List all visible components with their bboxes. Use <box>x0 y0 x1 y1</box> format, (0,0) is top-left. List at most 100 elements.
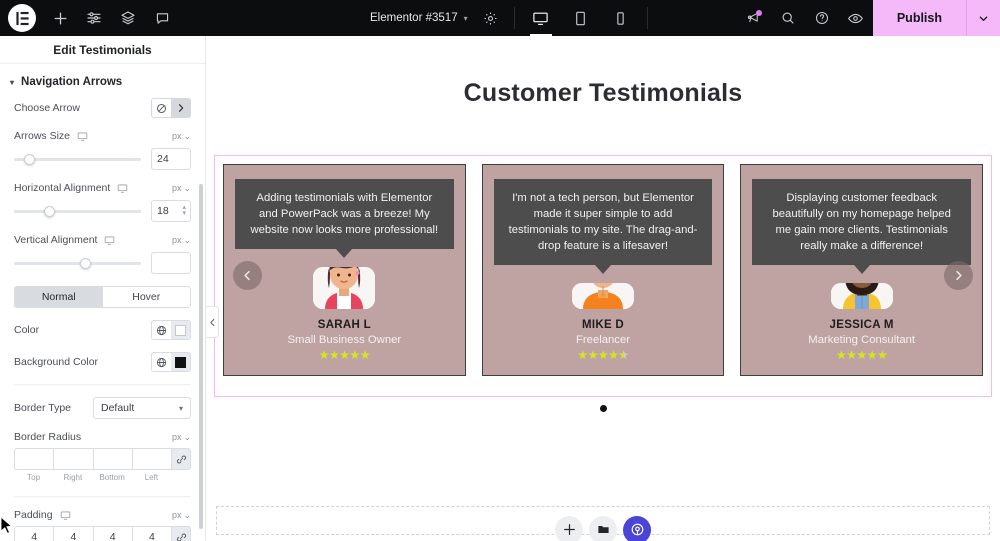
desktop-icon[interactable] <box>104 235 115 246</box>
device-mode-switcher <box>521 0 641 36</box>
border-radius-inputs <box>0 448 205 470</box>
padding-left-input[interactable]: 4 <box>131 526 171 541</box>
help-icon[interactable] <box>805 0 839 36</box>
link-icon[interactable] <box>171 448 191 470</box>
border-radius-right-input[interactable] <box>53 448 93 470</box>
control-arrows-size: Arrows Size px ⌄ 24 <box>0 130 205 170</box>
color-swatch[interactable] <box>171 321 190 339</box>
page-title: Customer Testimonials <box>463 79 743 107</box>
toolbar-center-group: Elementor #3517 ▾ <box>364 0 654 36</box>
arrow-none-option[interactable] <box>152 99 171 117</box>
testimonial-name: JESSICA M <box>829 319 894 331</box>
device-desktop-button[interactable] <box>521 0 561 36</box>
testimonial-quote: Displaying customer feedback beautifully… <box>752 179 972 275</box>
add-section-dropzone[interactable] <box>216 506 990 541</box>
border-radius-left-input[interactable] <box>131 448 171 470</box>
add-buttons-group <box>555 515 651 541</box>
rating-stars: ★★★★★★ <box>577 348 629 362</box>
horizontal-alignment-unit[interactable]: px ⌄ <box>172 183 191 194</box>
device-mobile-button[interactable] <box>601 0 641 36</box>
comments-icon[interactable] <box>146 0 178 36</box>
slider-handle[interactable] <box>44 205 56 217</box>
control-horizontal-alignment: Horizontal Alignment px ⌄ 18 ▴ ▾ <box>0 182 205 222</box>
arrows-size-unit[interactable]: px ⌄ <box>172 131 191 142</box>
desktop-icon[interactable] <box>60 510 71 521</box>
rating-stars: ★★★★★ <box>836 348 888 362</box>
avatar <box>830 283 893 309</box>
label-left: Left <box>144 473 159 482</box>
border-type-value: Default <box>101 402 135 414</box>
slider-track <box>14 261 141 265</box>
slider-pagination <box>206 405 1000 412</box>
vertical-alignment-unit[interactable]: px ⌄ <box>172 235 191 246</box>
section-label: Navigation Arrows <box>21 76 123 88</box>
document-title: Elementor #3517 <box>370 12 458 24</box>
globe-icon[interactable] <box>152 321 171 339</box>
pagination-dot[interactable] <box>599 405 607 412</box>
slider-prev-arrow[interactable] <box>233 261 262 290</box>
whats-new-icon[interactable] <box>737 0 771 36</box>
border-type-label: Border Type <box>14 402 72 414</box>
section-navigation-arrows[interactable]: ▾ Navigation Arrows <box>0 64 205 98</box>
arrows-size-input[interactable]: 24 <box>151 148 191 170</box>
panel-collapse-button[interactable] <box>206 306 219 338</box>
elementor-editor: Elementor #3517 ▾ Publish Edit Testimoni… <box>0 0 1000 541</box>
testimonials-widget[interactable]: Adding testimonials with Elementor and P… <box>214 155 992 397</box>
arrows-size-label: Arrows Size <box>14 130 88 142</box>
arrow-chevron-option[interactable] <box>171 99 190 117</box>
vertical-alignment-input[interactable] <box>151 252 191 274</box>
site-settings-icon[interactable] <box>78 0 110 36</box>
testimonial-name: SARAH L <box>317 319 371 331</box>
toolbar-divider <box>513 7 515 29</box>
horizontal-alignment-slider[interactable] <box>14 203 141 219</box>
padding-bottom-input[interactable]: 4 <box>92 526 132 541</box>
slider-handle[interactable] <box>24 153 36 165</box>
padding-top-input[interactable]: 4 <box>14 526 54 541</box>
navigator-layers-icon[interactable] <box>112 0 144 36</box>
testimonial-card[interactable]: I'm not a tech person, but Elementor mad… <box>481 164 725 376</box>
panel-title: Edit Testimonials <box>0 36 205 64</box>
publish-options-chevron-icon[interactable] <box>966 0 1000 36</box>
toolbar-right-group: Publish <box>737 0 1000 36</box>
add-template-button[interactable] <box>589 515 617 541</box>
border-radius-top-input[interactable] <box>14 448 54 470</box>
slider-next-arrow[interactable] <box>944 261 973 290</box>
stepper-arrows-icon[interactable]: ▴ ▾ <box>182 204 186 217</box>
publish-button[interactable]: Publish <box>872 0 966 36</box>
state-tabs: Normal Hover <box>14 286 191 308</box>
slider-handle[interactable] <box>80 257 92 269</box>
finder-search-icon[interactable] <box>771 0 805 36</box>
testimonial-name: MIKE D <box>581 319 625 331</box>
border-radius-unit[interactable]: px ⌄ <box>172 432 191 443</box>
padding-unit[interactable]: px ⌄ <box>172 510 191 521</box>
desktop-icon[interactable] <box>77 131 88 142</box>
testimonial-quote: Adding testimonials with Elementor and P… <box>235 179 454 259</box>
link-icon[interactable] <box>171 526 191 541</box>
add-element-icon[interactable] <box>44 0 76 36</box>
gear-icon[interactable] <box>474 0 508 36</box>
tab-normal[interactable]: Normal <box>15 287 103 307</box>
panel-scrollbar[interactable] <box>199 184 203 529</box>
control-background-color: Background Color <box>0 352 205 372</box>
border-type-select[interactable]: Default ▾ <box>93 397 191 419</box>
panel-divider-2 <box>14 496 191 497</box>
desktop-icon[interactable] <box>117 183 128 194</box>
ai-builder-button[interactable] <box>623 515 651 541</box>
arrows-size-slider[interactable] <box>14 151 141 167</box>
add-new-section-button[interactable] <box>555 515 583 541</box>
testimonial-role: Marketing Consultant <box>808 334 916 346</box>
panel-scroll-area[interactable]: ▾ Navigation Arrows Choose Arrow Arrows … <box>0 64 205 541</box>
preview-changes-icon[interactable] <box>839 0 873 36</box>
background-color-swatch[interactable] <box>171 353 190 371</box>
vertical-alignment-slider[interactable] <box>14 255 141 271</box>
device-tablet-button[interactable] <box>561 0 601 36</box>
document-title-dropdown[interactable]: Elementor #3517 ▾ <box>364 0 474 36</box>
control-border-radius: Border Radius px ⌄ <box>0 431 205 443</box>
horizontal-alignment-input[interactable]: 18 ▴ ▾ <box>151 200 191 222</box>
chevron-down-icon: ▾ <box>10 77 15 87</box>
padding-right-input[interactable]: 4 <box>53 526 93 541</box>
elementor-logo-icon[interactable] <box>8 4 36 32</box>
border-radius-bottom-input[interactable] <box>92 448 132 470</box>
globe-icon[interactable] <box>152 353 171 371</box>
tab-hover[interactable]: Hover <box>102 287 190 307</box>
